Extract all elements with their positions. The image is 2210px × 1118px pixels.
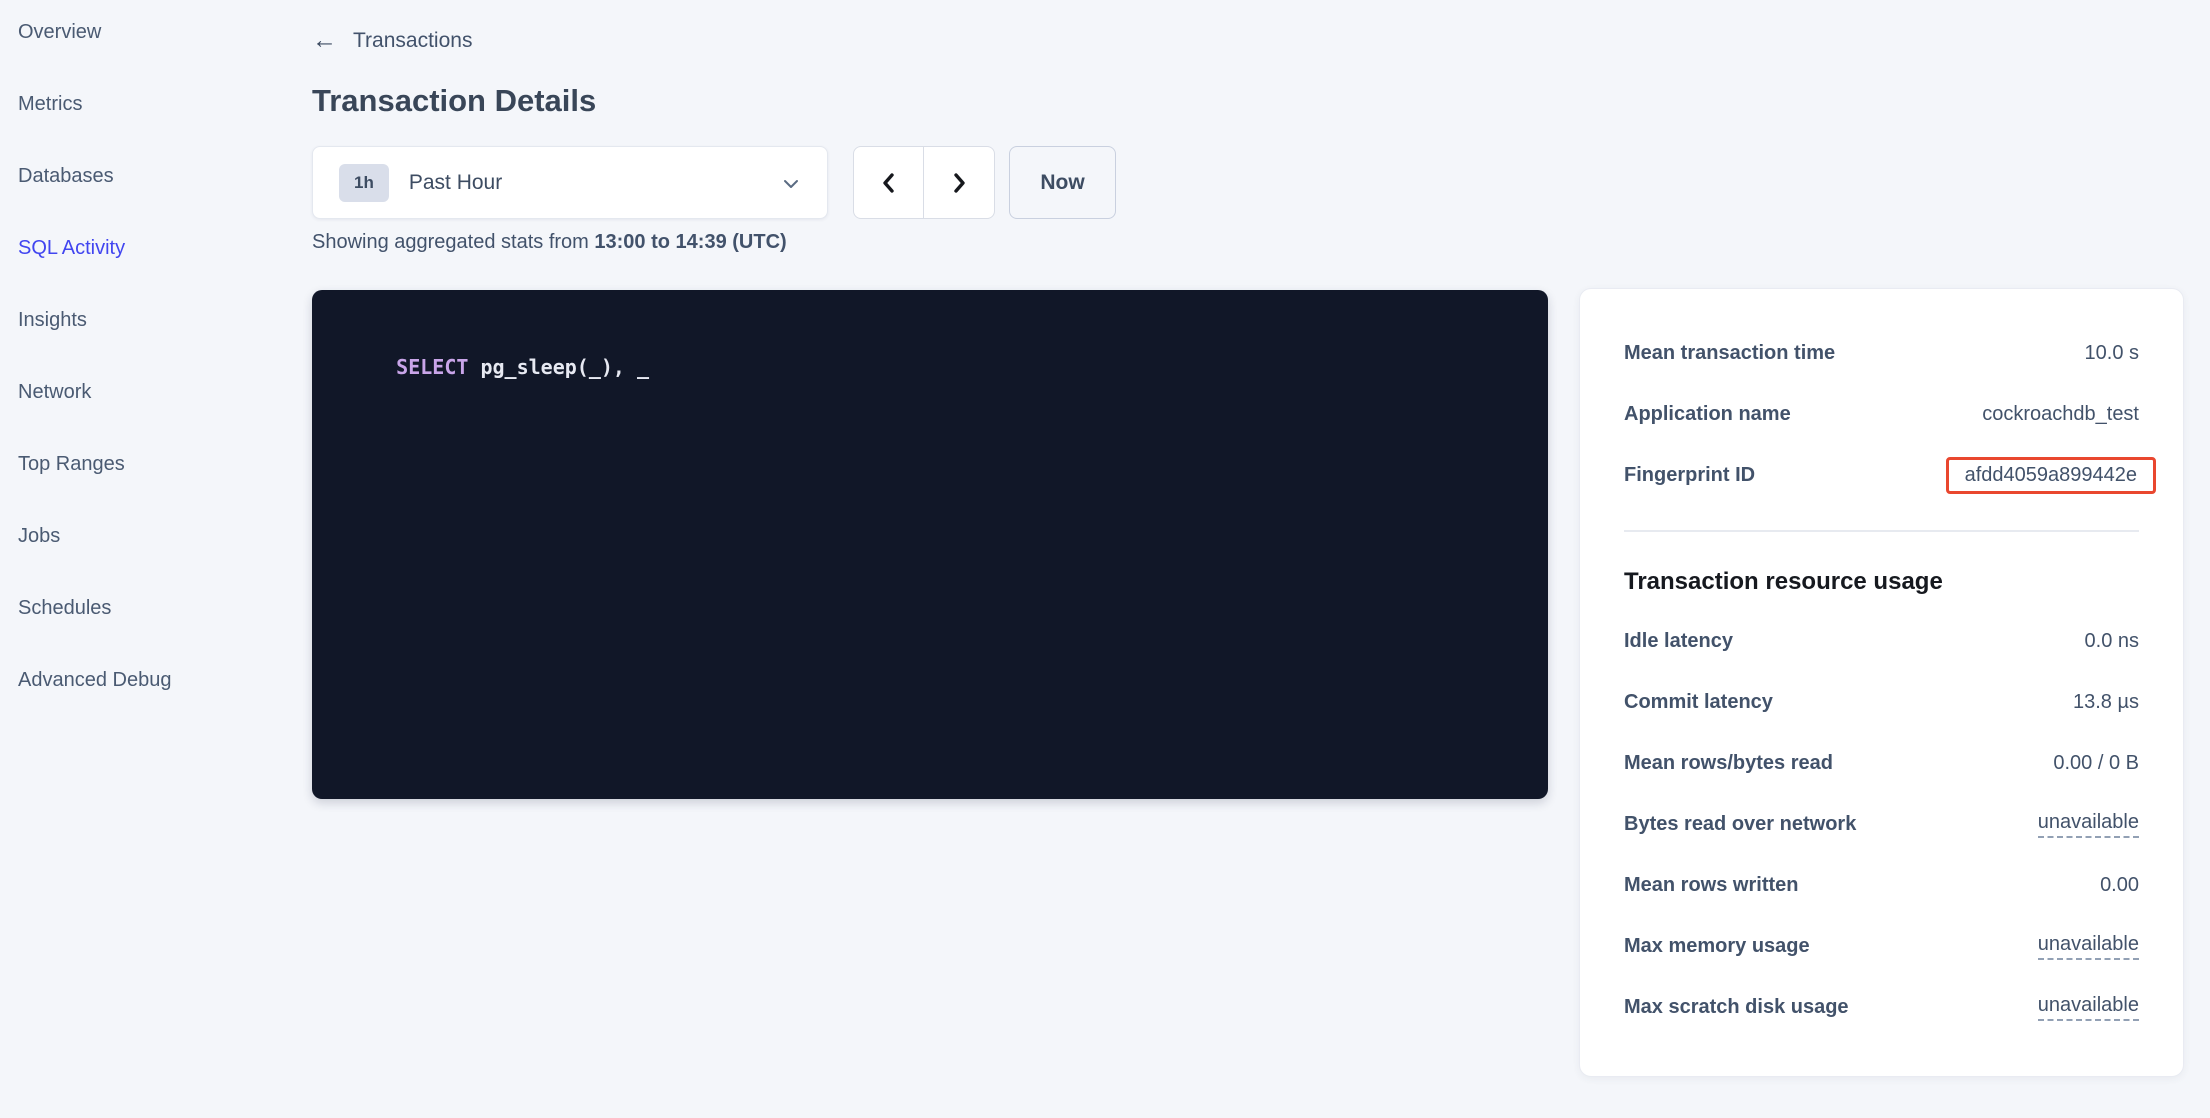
stats-prefix: Showing aggregated stats from [312,231,594,253]
row-max-memory-usage: Max memory usage unavailable [1624,916,2139,977]
fingerprint-id-value: afdd4059a899442e [1946,457,2156,494]
stats-range: 13:00 to 14:39 (UTC) [594,231,786,253]
detail-label: Idle latency [1624,630,1733,653]
resource-usage-heading: Transaction resource usage [1624,568,2139,596]
row-commit-latency: Commit latency 13.8 µs [1624,672,2139,733]
sidebar: Overview Metrics Databases SQL Activity … [18,0,298,716]
row-mean-rows-written: Mean rows written 0.00 [1624,855,2139,916]
sidebar-item-network[interactable]: Network [18,356,298,428]
row-fingerprint-id: Fingerprint ID afdd4059a899442e [1624,445,2139,506]
detail-label: Commit latency [1624,691,1773,714]
row-idle-latency: Idle latency 0.0 ns [1624,611,2139,672]
unavailable-value[interactable]: unavailable [2038,933,2139,960]
detail-value: 10.0 s [2085,342,2139,365]
detail-label: Max memory usage [1624,935,1810,958]
next-time-button[interactable] [924,146,995,219]
now-button[interactable]: Now [1009,146,1116,219]
detail-label: Application name [1624,403,1791,426]
detail-value: 0.0 ns [2085,630,2139,653]
chevron-down-icon [779,171,803,195]
detail-label: Mean rows written [1624,874,1798,897]
sidebar-item-databases[interactable]: Databases [18,140,298,212]
main-content: ← Transactions Transaction Details 1h Pa… [312,0,1552,799]
sql-statement-box: SELECT pg_sleep(_), _ [312,290,1548,799]
row-mean-rows-bytes-read: Mean rows/bytes read 0.00 / 0 B [1624,733,2139,794]
row-max-scratch-disk-usage: Max scratch disk usage unavailable [1624,977,2139,1038]
resource-usage-rows: Idle latency 0.0 ns Commit latency 13.8 … [1624,611,2139,1038]
back-arrow-icon[interactable]: ← [312,28,337,53]
sidebar-item-overview[interactable]: Overview [18,0,298,68]
chevron-right-icon [947,171,971,195]
sidebar-item-top-ranges[interactable]: Top Ranges [18,428,298,500]
transaction-details-card: Mean transaction time 10.0 s Application… [1579,288,2184,1077]
previous-time-button[interactable] [853,146,924,219]
detail-label: Bytes read over network [1624,813,1856,836]
card-divider [1624,530,2139,532]
detail-value: cockroachdb_test [1982,403,2139,426]
time-controls: 1h Past Hour Now [312,146,1552,219]
detail-label: Max scratch disk usage [1624,996,1849,1019]
sql-keyword: SELECT [396,355,468,379]
row-bytes-read-over-network: Bytes read over network unavailable [1624,794,2139,855]
stats-summary: Showing aggregated stats from 13:00 to 1… [312,231,1552,254]
sidebar-item-jobs[interactable]: Jobs [18,500,298,572]
unavailable-value[interactable]: unavailable [2038,811,2139,838]
breadcrumb-label[interactable]: Transactions [353,29,472,53]
detail-label: Mean transaction time [1624,342,1835,365]
detail-label: Fingerprint ID [1624,464,1755,487]
sidebar-item-metrics[interactable]: Metrics [18,68,298,140]
sidebar-item-schedules[interactable]: Schedules [18,572,298,644]
sql-statement-text: pg_sleep(_), _ [468,355,649,379]
page-title: Transaction Details [312,83,1552,119]
sidebar-item-advanced-debug[interactable]: Advanced Debug [18,644,298,716]
detail-label: Mean rows/bytes read [1624,752,1833,775]
interval-badge: 1h [339,164,389,202]
breadcrumb[interactable]: ← Transactions [312,28,472,53]
time-range-dropdown[interactable]: 1h Past Hour [312,146,828,219]
chevron-left-icon [877,171,901,195]
detail-value: 13.8 µs [2073,691,2139,714]
time-range-label: Past Hour [409,171,502,195]
sidebar-item-insights[interactable]: Insights [18,284,298,356]
detail-value: 0.00 / 0 B [2053,752,2139,775]
row-mean-transaction-time: Mean transaction time 10.0 s [1624,323,2139,384]
row-application-name: Application name cockroachdb_test [1624,384,2139,445]
summary-rows: Mean transaction time 10.0 s Application… [1624,323,2139,506]
unavailable-value[interactable]: unavailable [2038,994,2139,1021]
sidebar-item-sql-activity[interactable]: SQL Activity [18,212,298,284]
time-step-button-group [853,146,995,219]
detail-value: 0.00 [2100,874,2139,897]
